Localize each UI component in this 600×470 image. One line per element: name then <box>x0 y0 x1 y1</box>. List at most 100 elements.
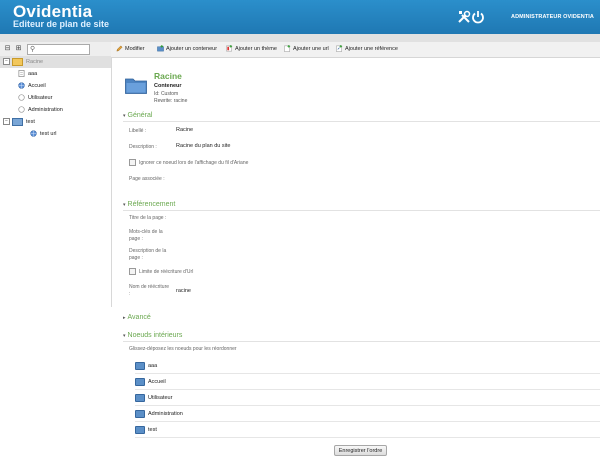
expand-arrow-icon: ▾ <box>123 202 126 208</box>
section-inner-nodes-title: Noeuds intérieurs <box>127 332 183 339</box>
section-advanced-toggle[interactable]: ▸ Avancé <box>123 314 151 321</box>
node-rewrite: Rewrite: racine <box>154 98 188 104</box>
section-general-toggle[interactable]: ▾ Général <box>123 112 152 119</box>
add-theme-button[interactable]: Ajouter un thème <box>226 44 277 55</box>
add-url-label: Ajouter une url <box>293 46 329 52</box>
expand-arrow-icon: ▾ <box>123 333 126 339</box>
section-inner-nodes-toggle[interactable]: ▾ Noeuds intérieurs <box>123 332 182 339</box>
ignore-breadcrumb-label: Ignorer ce noeud lors de l'affichage du … <box>139 159 249 166</box>
add-url-icon <box>284 45 291 52</box>
label-field-label: Libellé : <box>129 128 147 134</box>
collapse-all-icon[interactable]: ⊟ <box>3 44 12 53</box>
ignore-breadcrumb-checkbox-row[interactable]: Ignorer ce noeud lors de l'affichage du … <box>129 159 248 166</box>
tree-item-label: Accueil <box>28 83 46 89</box>
tree-item-racine[interactable]: − Racine <box>0 56 111 68</box>
globe-icon <box>30 130 37 137</box>
tree-search-input[interactable] <box>38 45 88 54</box>
app-subtitle: Editeur de plan de site <box>13 19 110 29</box>
node-item-label: Utilisateur <box>148 395 173 401</box>
section-referencing-toggle[interactable]: ▾ Référencement <box>123 201 175 208</box>
tree-item-label: Administration <box>28 107 63 113</box>
rewrite-name-label: Nom de réécriture : <box>129 284 170 297</box>
draggable-node-item[interactable]: Administration <box>135 409 600 420</box>
collapse-arrow-icon: ▸ <box>123 315 126 321</box>
tree-item-test-url[interactable]: test url <box>30 128 57 140</box>
tree-item-utilisateur[interactable]: Utilisateur <box>18 92 52 104</box>
container-folder-icon <box>125 78 147 94</box>
reorder-hint: Glissez-déposez les noeuds pour les réor… <box>129 346 237 352</box>
user-name[interactable]: Administrateur Ovidentia <box>511 14 594 20</box>
sitemap-sidebar: ⊟ ⊞ ⚲ − Racine aaa Accueil Utilisateur Ad… <box>0 42 112 307</box>
ignore-breadcrumb-checkbox[interactable] <box>129 159 136 166</box>
item-divider <box>135 421 600 422</box>
section-referencing-title: Référencement <box>127 201 176 208</box>
description-field-label: Description : <box>129 144 157 150</box>
tree-expander-icon[interactable]: − <box>3 58 10 66</box>
app-header: Ovidentia Editeur de plan de site Admini… <box>0 0 600 34</box>
tree-item-administration[interactable]: Administration <box>18 104 63 116</box>
save-order-button[interactable]: Enregistrer l'ordre <box>334 445 387 456</box>
page-icon <box>18 70 25 77</box>
item-divider <box>135 373 600 374</box>
circle-node-icon <box>18 106 25 113</box>
main-toolbar: Modifier Ajouter un conteneur Ajouter un… <box>111 42 600 58</box>
draggable-node-item[interactable]: test <box>135 425 600 436</box>
folder-icon <box>135 361 145 370</box>
node-item-label: Administration <box>148 411 183 417</box>
page-description-label: Description de la page : <box>129 248 167 261</box>
folder-icon <box>135 425 145 434</box>
tree-item-label: test url <box>40 131 57 137</box>
add-theme-label: Ajouter un thème <box>235 46 277 52</box>
folder-icon <box>135 393 145 402</box>
draggable-node-item[interactable]: aaa <box>135 361 600 372</box>
search-icon: ⚲ <box>30 46 36 53</box>
sidebar-toolbar: ⊟ ⊞ ⚲ <box>0 42 111 57</box>
url-rewrite-limit-label: Limite de réécriture d'Url <box>139 268 194 275</box>
modify-button[interactable]: Modifier <box>116 44 145 55</box>
item-divider <box>135 405 600 406</box>
folder-icon <box>135 409 145 418</box>
pencil-icon <box>116 45 123 52</box>
folder-icon <box>12 57 23 66</box>
keywords-label: Mots-clés de la page : <box>129 229 163 242</box>
add-theme-icon <box>226 45 233 52</box>
power-icon[interactable] <box>470 9 486 25</box>
section-divider <box>123 121 600 122</box>
add-container-button[interactable]: Ajouter un conteneur <box>157 44 217 55</box>
node-item-label: aaa <box>148 363 158 369</box>
associated-page-label: Page associée : <box>129 176 165 182</box>
tree-item-accueil[interactable]: Accueil <box>18 80 46 92</box>
expand-arrow-icon: ▾ <box>123 113 126 119</box>
rewrite-name-value: racine <box>176 288 191 294</box>
tree-search-box: ⚲ <box>27 44 90 55</box>
expand-all-icon[interactable]: ⊞ <box>14 44 23 53</box>
tree-item-aaa[interactable]: aaa <box>18 68 37 80</box>
node-title: Racine <box>154 71 182 81</box>
node-type: Conteneur <box>154 83 182 89</box>
section-advanced-title: Avancé <box>127 314 151 321</box>
url-rewrite-limit-checkbox[interactable] <box>129 268 136 275</box>
url-rewrite-limit-checkbox-row[interactable]: Limite de réécriture d'Url <box>129 268 193 275</box>
tree-item-label: Racine <box>26 59 44 65</box>
add-reference-button[interactable]: Ajouter une référence <box>336 44 398 55</box>
tree-expander-icon[interactable]: − <box>3 118 10 126</box>
draggable-node-item[interactable]: Utilisateur <box>135 393 600 404</box>
node-item-label: Accueil <box>148 379 166 385</box>
draggable-node-item[interactable]: Accueil <box>135 377 600 388</box>
tree-item-label: test <box>26 119 35 125</box>
add-container-label: Ajouter un conteneur <box>166 46 218 52</box>
tree-item-label: aaa <box>28 71 38 77</box>
folder-icon <box>12 117 23 126</box>
add-url-button[interactable]: Ajouter une url <box>284 44 329 55</box>
section-divider <box>123 341 600 342</box>
modify-label: Modifier <box>125 46 145 52</box>
node-editor: Racine Conteneur Id: Custom Rewrite: rac… <box>111 58 600 470</box>
item-divider <box>135 389 600 390</box>
tree-item-label: Utilisateur <box>28 95 53 101</box>
add-folder-icon <box>157 45 164 52</box>
section-general-title: Général <box>127 112 153 119</box>
item-divider <box>135 437 600 438</box>
node-id: Id: Custom <box>154 91 179 97</box>
page-title-label: Titre de la page : <box>129 215 167 221</box>
tree-item-test[interactable]: − test <box>3 116 35 128</box>
